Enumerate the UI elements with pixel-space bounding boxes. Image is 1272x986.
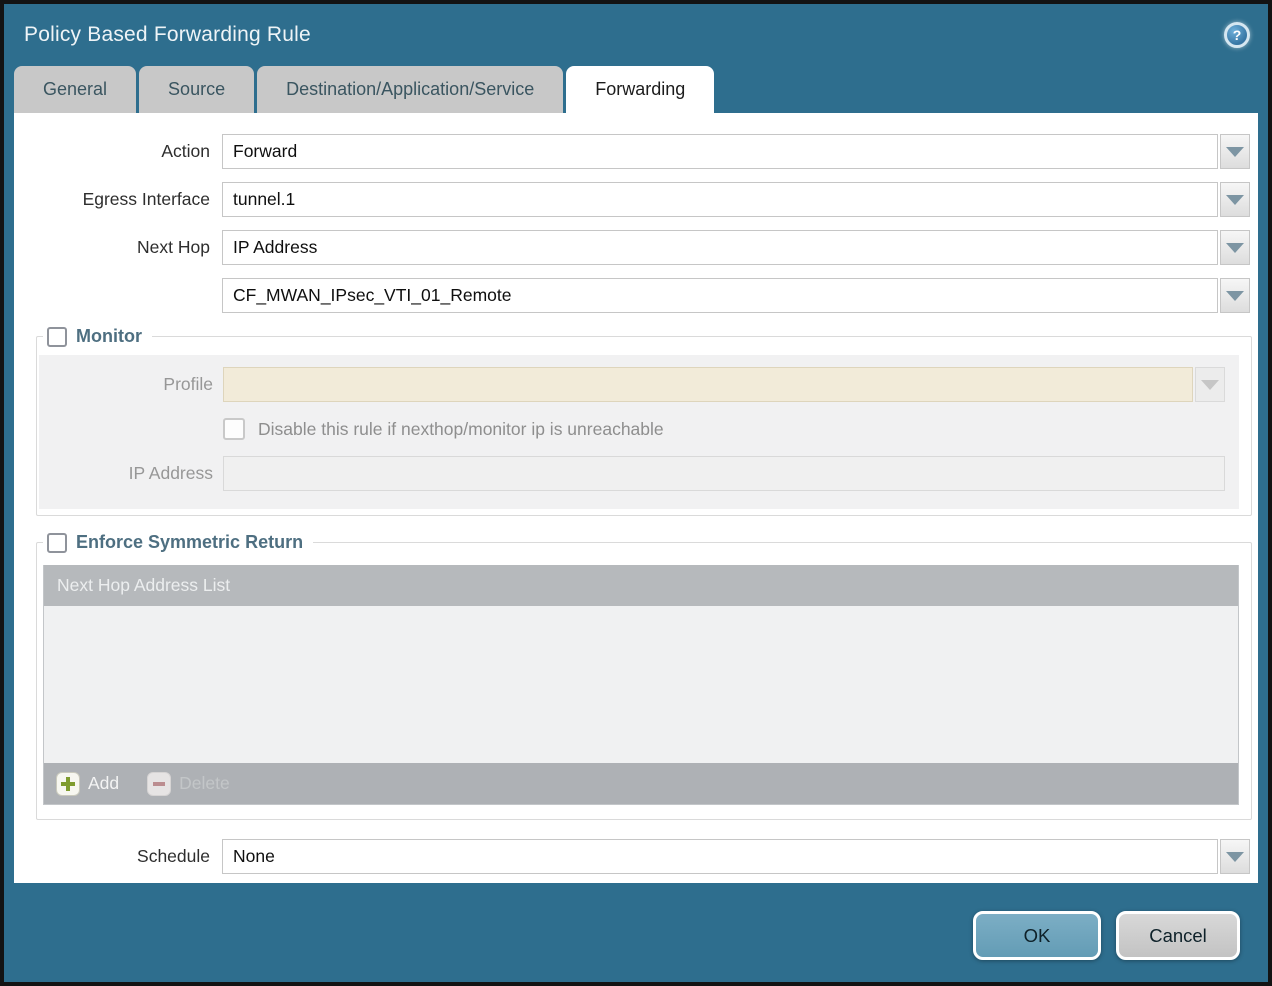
- action-combo: [222, 134, 1250, 169]
- monitor-ip-input: [223, 456, 1225, 491]
- egress-interface-combo: [222, 182, 1250, 217]
- monitor-legend-label: Monitor: [76, 326, 142, 347]
- monitor-ip-row: IP Address: [39, 456, 1239, 491]
- table-header-label: Next Hop Address List: [57, 575, 230, 596]
- disable-rule-row: Disable this rule if nexthop/monitor ip …: [223, 418, 1239, 440]
- dialog-title: Policy Based Forwarding Rule: [24, 23, 311, 47]
- symmetric-return-legend-label: Enforce Symmetric Return: [76, 532, 303, 553]
- plus-icon: [56, 772, 80, 796]
- minus-icon: [147, 772, 171, 796]
- tab-forwarding[interactable]: Forwarding: [566, 66, 714, 113]
- next-hop-label: Next Hop: [14, 237, 210, 258]
- action-dropdown-button[interactable]: [1220, 134, 1250, 169]
- egress-interface-input[interactable]: [222, 182, 1218, 217]
- dialog-titlebar: Policy Based Forwarding Rule ?: [4, 4, 1268, 66]
- table-footer: Add Delete: [44, 763, 1238, 804]
- next-hop-address-input[interactable]: [222, 278, 1218, 313]
- schedule-dropdown-button[interactable]: [1220, 839, 1250, 874]
- delete-button: Delete: [147, 772, 230, 796]
- delete-button-label: Delete: [179, 773, 230, 794]
- monitor-checkbox[interactable]: [47, 327, 67, 347]
- table-body-empty[interactable]: [44, 606, 1238, 763]
- table-header: Next Hop Address List: [44, 565, 1238, 606]
- profile-dropdown-button: [1195, 367, 1225, 402]
- egress-interface-label: Egress Interface: [14, 189, 210, 210]
- cancel-button[interactable]: Cancel: [1116, 911, 1240, 960]
- chevron-down-icon: [1226, 243, 1244, 253]
- dialog-action-buttons: OK Cancel: [973, 911, 1240, 960]
- next-hop-address-combo: [222, 278, 1250, 313]
- tab-bar: General Source Destination/Application/S…: [14, 66, 1268, 113]
- add-button: Add: [56, 772, 119, 796]
- forwarding-tab-panel: Action Egress Interface Next Hop: [14, 113, 1258, 883]
- schedule-input[interactable]: [222, 839, 1218, 874]
- tab-source[interactable]: Source: [139, 66, 254, 113]
- profile-row: Profile: [39, 367, 1239, 402]
- next-hop-row: Next Hop: [14, 230, 1258, 265]
- monitor-ip-label: IP Address: [39, 463, 213, 484]
- profile-combo: [223, 367, 1225, 402]
- chevron-down-icon: [1226, 195, 1244, 205]
- next-hop-address-list-table: Next Hop Address List Add Delete: [43, 565, 1239, 805]
- symmetric-return-fieldset: Enforce Symmetric Return Next Hop Addres…: [36, 532, 1252, 820]
- action-row: Action: [14, 134, 1258, 169]
- add-button-label: Add: [88, 773, 119, 794]
- symmetric-return-checkbox[interactable]: [47, 533, 67, 553]
- monitor-legend: Monitor: [43, 326, 152, 347]
- profile-input: [223, 367, 1193, 402]
- tab-destination-application-service[interactable]: Destination/Application/Service: [257, 66, 563, 113]
- next-hop-type-input[interactable]: [222, 230, 1218, 265]
- egress-interface-row: Egress Interface: [14, 182, 1258, 217]
- next-hop-address-dropdown-button[interactable]: [1220, 278, 1250, 313]
- monitor-fieldset: Monitor Profile Disable this rule if nex…: [36, 326, 1252, 516]
- next-hop-combo: [222, 230, 1250, 265]
- chevron-down-icon: [1226, 852, 1244, 862]
- next-hop-dropdown-button[interactable]: [1220, 230, 1250, 265]
- chevron-down-icon: [1226, 147, 1244, 157]
- monitor-body: Profile Disable this rule if nexthop/mon…: [39, 355, 1239, 509]
- schedule-row: Schedule: [14, 839, 1258, 874]
- chevron-down-icon: [1201, 380, 1219, 390]
- action-label: Action: [14, 141, 210, 162]
- schedule-combo: [222, 839, 1250, 874]
- chevron-down-icon: [1226, 291, 1244, 301]
- disable-rule-label: Disable this rule if nexthop/monitor ip …: [258, 419, 664, 440]
- profile-label: Profile: [39, 374, 213, 395]
- ok-button[interactable]: OK: [973, 911, 1101, 960]
- schedule-label: Schedule: [14, 846, 210, 867]
- disable-rule-checkbox: [223, 418, 245, 440]
- tab-general[interactable]: General: [14, 66, 136, 113]
- egress-interface-dropdown-button[interactable]: [1220, 182, 1250, 217]
- symmetric-return-legend: Enforce Symmetric Return: [43, 532, 313, 553]
- action-input[interactable]: [222, 134, 1218, 169]
- help-icon[interactable]: ?: [1224, 22, 1250, 48]
- next-hop-address-row: [14, 278, 1258, 313]
- pbf-rule-dialog: Policy Based Forwarding Rule ? General S…: [0, 0, 1272, 986]
